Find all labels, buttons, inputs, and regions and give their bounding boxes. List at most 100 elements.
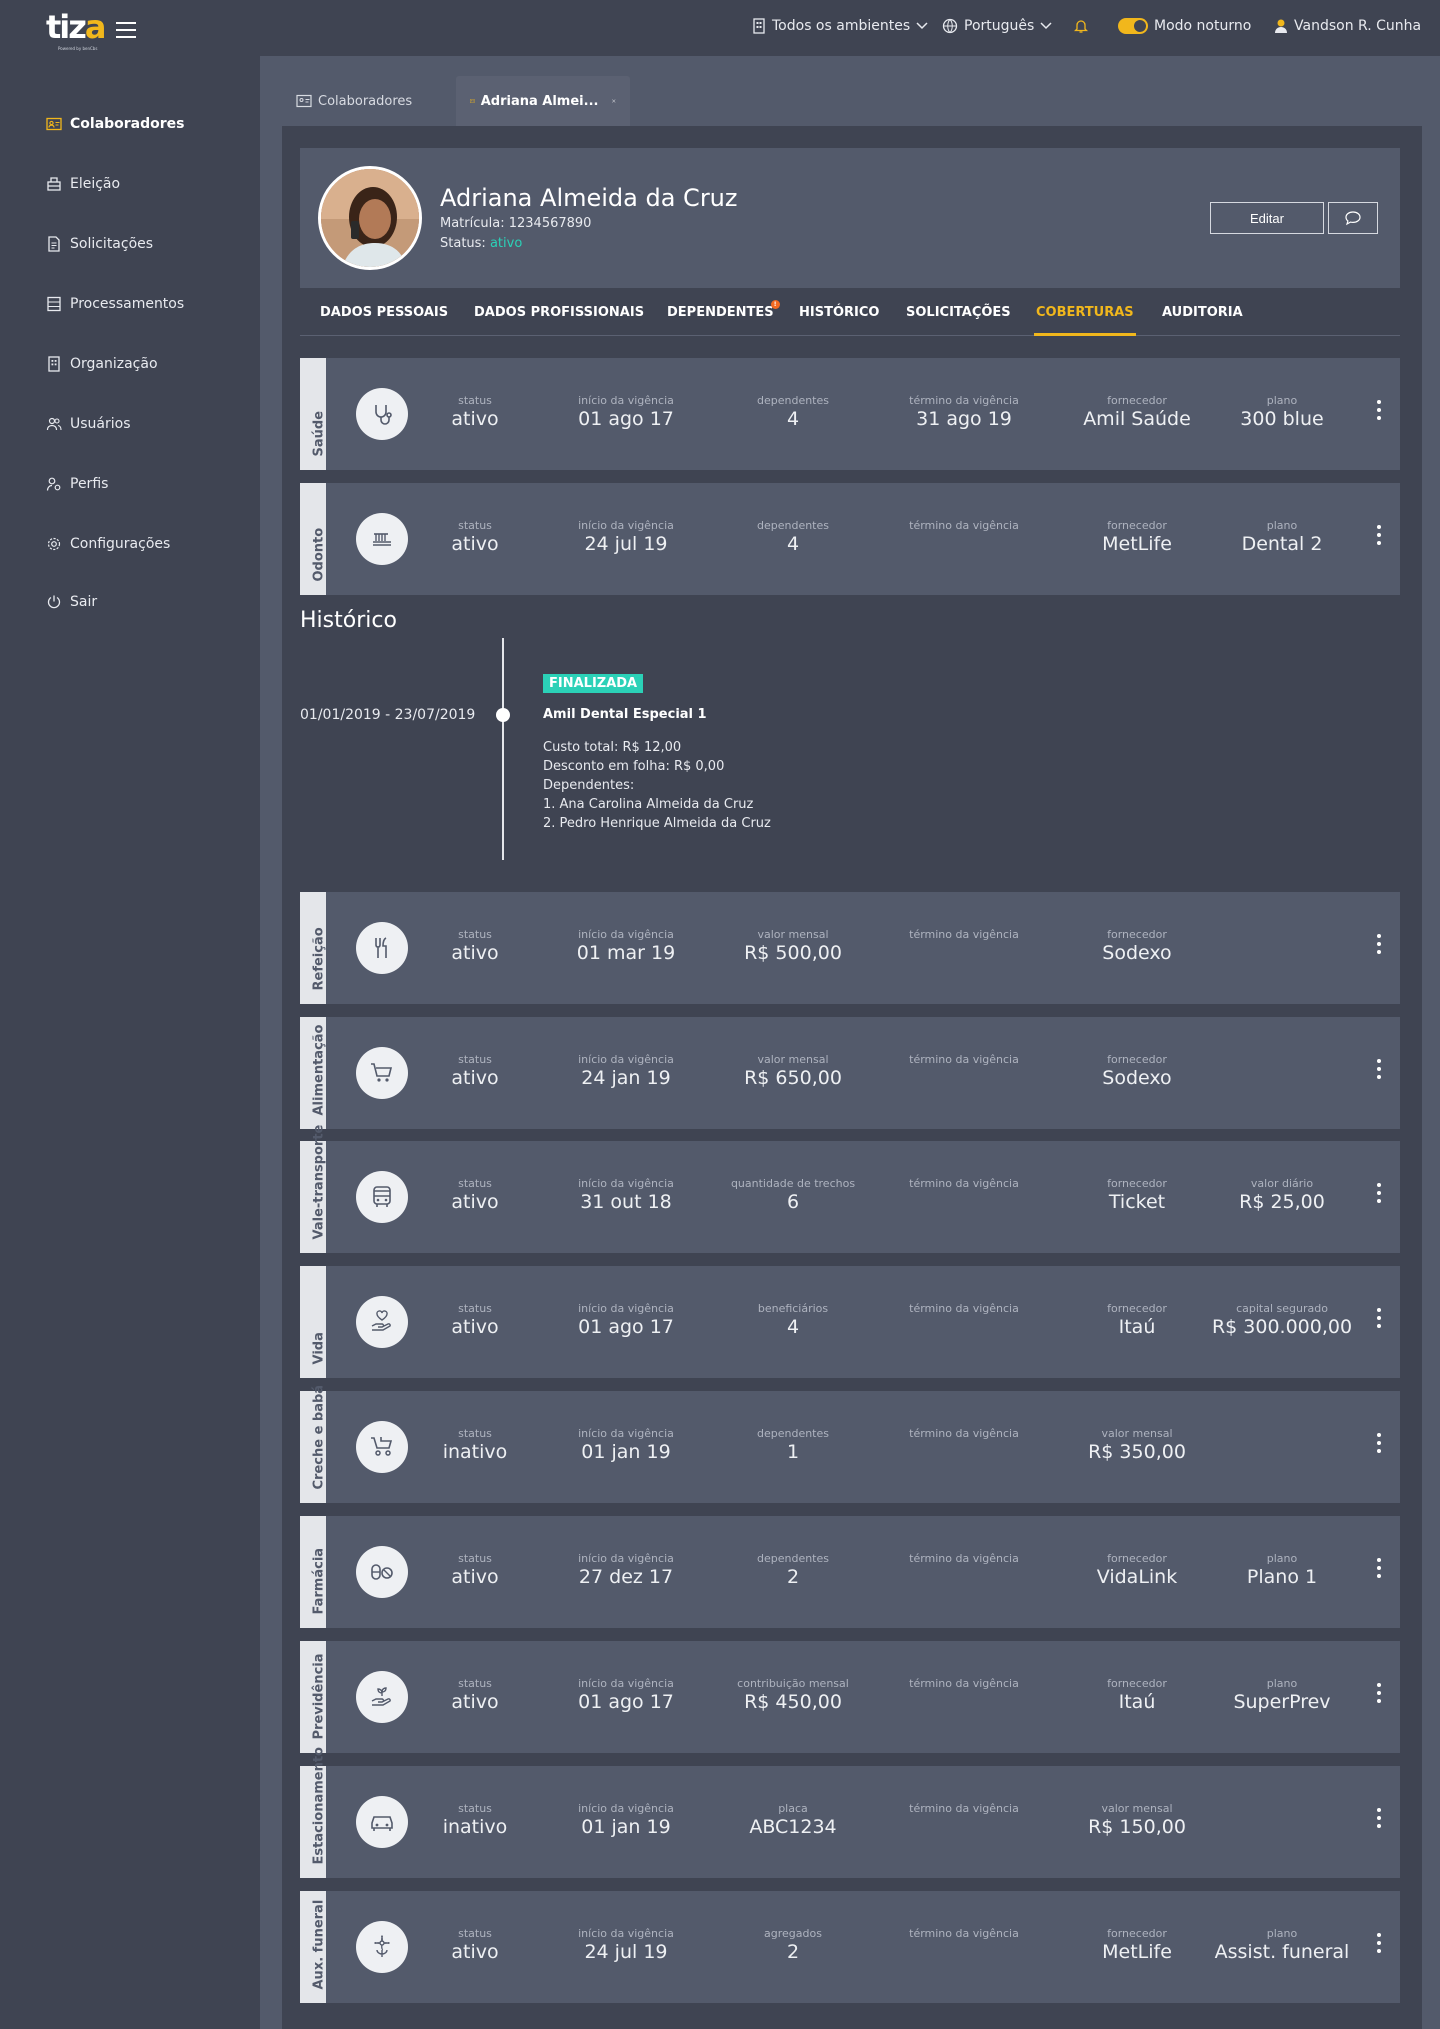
language-selector[interactable]: Português (942, 18, 1052, 34)
sidebar-item-solicitacoes[interactable]: Solicitações (46, 234, 153, 254)
more-options-icon[interactable] (1376, 1308, 1382, 1332)
dark-mode-toggle[interactable]: Modo noturno (1118, 18, 1251, 34)
coverage-field: término da vigência (884, 928, 1044, 966)
field-value: SuperPrev (1233, 1691, 1331, 1713)
user-menu[interactable]: Vandson R. Cunha (1274, 18, 1421, 34)
field-value: 01 ago 17 (578, 408, 674, 430)
field-label: início da vigência (578, 1677, 674, 1690)
coverage-field: placa ABC1234 (713, 1802, 873, 1840)
coverage-field: status ativo (395, 1053, 555, 1091)
document-icon (48, 236, 60, 252)
coverage-field: fornecedor Amil Saúde (1057, 394, 1217, 432)
message-button[interactable] (1328, 202, 1378, 234)
coverage-field: valor mensal R$ 650,00 (713, 1053, 873, 1091)
tab-label: Adriana Almei... (480, 93, 599, 109)
id-card-icon (296, 94, 312, 108)
field-value: 24 jan 19 (581, 1067, 671, 1089)
more-options-icon[interactable] (1376, 1683, 1382, 1707)
more-options-icon[interactable] (1376, 1558, 1382, 1582)
coverage-type-label: Refeição (311, 927, 327, 991)
more-options-icon[interactable] (1376, 400, 1382, 424)
bell-icon (1074, 20, 1088, 33)
sidebar-item-usuarios[interactable]: Usuários (46, 414, 131, 434)
field-label: término da vigência (909, 1053, 1019, 1066)
field-value: R$ 450,00 (744, 1691, 842, 1713)
more-options-icon[interactable] (1376, 1808, 1382, 1832)
field-value: R$ 350,00 (1088, 1441, 1186, 1463)
field-value: ativo (451, 1191, 499, 1213)
sidebar-item-perfis[interactable]: Perfis (46, 474, 108, 494)
field-value: 01 mar 19 (576, 942, 676, 964)
field-label (1202, 1427, 1362, 1441)
coverage-field (1202, 928, 1362, 966)
tab-coberturas[interactable]: COBERTURAS (1034, 288, 1136, 336)
field-label: status (458, 1427, 492, 1440)
coverage-field: dependentes 4 (713, 519, 873, 557)
more-options-icon[interactable] (1376, 934, 1382, 958)
tab-historico[interactable]: HISTÓRICO (799, 288, 879, 336)
coverage-field: início da vigência 24 jul 19 (546, 1927, 706, 1965)
field-label: fornecedor (1107, 1177, 1167, 1190)
environment-selector[interactable]: Todos os ambientes (752, 18, 928, 34)
sidebar-item-sair[interactable]: Sair (46, 592, 97, 612)
tab-dados-pessoais[interactable]: DADOS PESSOAIS (320, 288, 448, 336)
profile-status: Status: ativo (440, 236, 522, 251)
coverage-field: valor diário R$ 25,00 (1202, 1177, 1362, 1215)
tab-colaboradores[interactable]: Colaboradores (282, 76, 426, 126)
sidebar-item-label: Configurações (70, 536, 171, 552)
field-value: ativo (451, 1067, 499, 1089)
more-options-icon[interactable] (1376, 1433, 1382, 1457)
field-value: Plano 1 (1246, 1566, 1318, 1588)
field-label: agregados (764, 1927, 822, 1940)
notifications-button[interactable] (1074, 18, 1088, 34)
alert-badge: ! (770, 300, 780, 309)
field-label: dependentes (756, 1552, 829, 1565)
more-options-icon[interactable] (1376, 1183, 1382, 1207)
field-value: 01 ago 17 (578, 1316, 674, 1338)
field-value: MetLife (1102, 533, 1172, 555)
coverage-type-label: Farmácia (311, 1547, 327, 1615)
menu-icon[interactable] (116, 22, 136, 38)
more-options-icon[interactable] (1376, 525, 1382, 549)
field-label: início da vigência (578, 1552, 674, 1565)
coverage-type-label: Estacionamento (311, 1747, 327, 1865)
coverage-type-tab: Saúde (300, 358, 327, 470)
tab-auditoria[interactable]: AUDITORIA (1162, 288, 1243, 336)
coverage-field: início da vigência 01 jan 19 (546, 1802, 706, 1840)
field-label: início da vigência (578, 1302, 674, 1315)
tab-solicitacoes[interactable]: SOLICITAÇÕES (906, 288, 1011, 336)
field-value: 31 out 18 (580, 1191, 672, 1213)
sidebar-item-organizacao[interactable]: Organização (46, 354, 158, 374)
sidebar-item-configuracoes[interactable]: Configurações (46, 534, 170, 554)
field-label: término da vigência (909, 1177, 1019, 1190)
sidebar-item-eleicao[interactable]: Eleição (46, 174, 120, 194)
field-label (1202, 1802, 1362, 1816)
close-icon[interactable] (612, 95, 616, 107)
sidebar-item-colaboradores[interactable]: Colaboradores (46, 114, 185, 134)
more-options-icon[interactable] (1376, 1059, 1382, 1083)
field-label: fornecedor (1107, 1927, 1167, 1940)
coverage-type-label: Vale-transporte (311, 1124, 327, 1240)
coverage-field (1202, 1053, 1362, 1091)
coverage-field: status ativo (395, 928, 555, 966)
tab-dados-profissionais[interactable]: DADOS PROFISSIONAIS (474, 288, 644, 336)
field-label: capital segurado (1236, 1302, 1328, 1315)
avatar (318, 166, 422, 270)
history-period: 01/01/2019 - 23/07/2019 (300, 707, 476, 723)
coverage-field: término da vigência (884, 1927, 1044, 1965)
tiza-logo[interactable]: tiza Powered by benCbs (46, 11, 106, 52)
more-options-icon[interactable] (1376, 1933, 1382, 1957)
field-label: status (458, 1802, 492, 1815)
toggle-switch[interactable] (1118, 18, 1148, 34)
tab-dependentes[interactable]: DEPENDENTES ! (667, 288, 780, 336)
server-icon (47, 296, 61, 312)
sidebar-item-processamentos[interactable]: Processamentos (46, 294, 184, 314)
edit-button[interactable]: Editar (1210, 202, 1324, 234)
coverage-field: status ativo (395, 1177, 555, 1215)
field-value: R$ 500,00 (744, 942, 842, 964)
timeline-line (502, 638, 504, 860)
field-value: ABC1234 (749, 1816, 837, 1838)
status-label: Status: (440, 236, 486, 251)
field-label: início da vigência (578, 519, 674, 532)
tab-adriana[interactable]: Adriana Almei... (456, 76, 630, 126)
